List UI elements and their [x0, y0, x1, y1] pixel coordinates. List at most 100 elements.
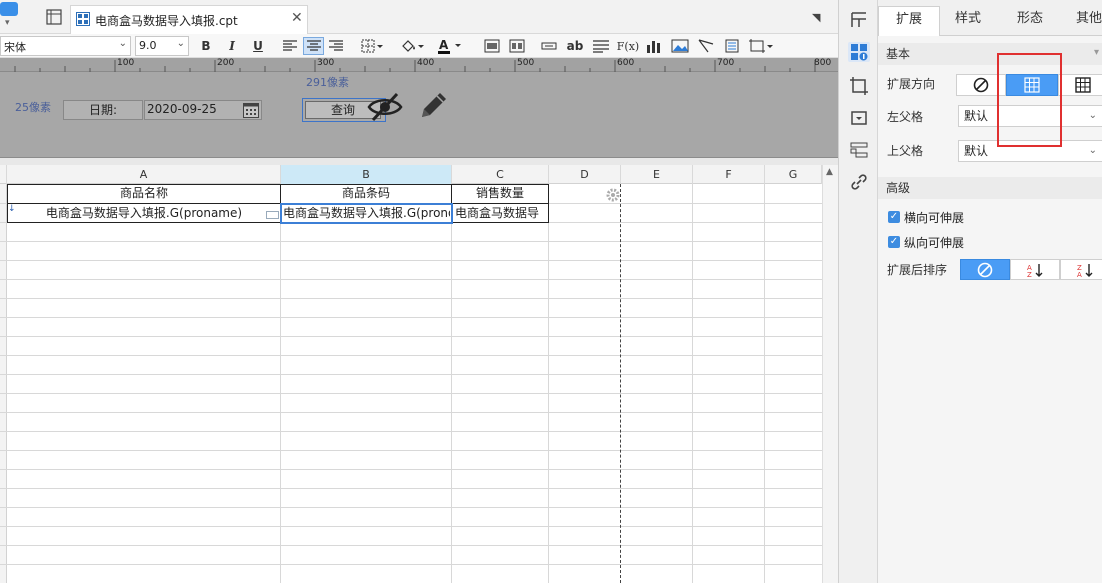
column-header-a[interactable]: A	[7, 165, 281, 184]
parameter-panel[interactable]: 291像素 25像素 日期: 2020-09-25 查询	[0, 72, 838, 158]
chevron-down-icon: ⌄	[1088, 110, 1097, 121]
condition-attribute-icon[interactable]	[848, 140, 870, 160]
font-size-value: 9.0	[139, 39, 157, 52]
tab-menu-icon[interactable]: ◥	[812, 11, 820, 24]
text-field-icon[interactable]	[540, 37, 558, 55]
tab-bar: ▾ 电商盒马数据导入填报.cpt ✕ ◥	[0, 0, 838, 34]
ruler-tick-label: 400	[417, 58, 435, 68]
cell-attribute-icon[interactable]	[848, 42, 870, 62]
font-color-icon[interactable]: A	[436, 37, 464, 55]
ruler-tick-label: 600	[617, 58, 635, 68]
file-tab-title: 电商盒马数据导入填报.cpt	[95, 14, 238, 28]
frame-icon[interactable]	[748, 37, 774, 55]
vertical-extend-label: 纵向可伸展	[904, 236, 965, 250]
svg-text:Z: Z	[1027, 271, 1032, 278]
sort-ascending-button[interactable]: AZ	[1010, 259, 1060, 280]
data-cell-barcode[interactable]: 电商盒马数据导入填报.G(prono	[283, 204, 450, 223]
italic-button[interactable]: I	[223, 37, 241, 55]
top-parent-label: 上父格	[887, 144, 924, 158]
vertical-extend-checkbox[interactable]: ✓	[888, 236, 900, 248]
ruler-tick-label: 100	[117, 58, 135, 68]
horizontal-ruler: 100 200 300 400 500 600 700 800	[0, 58, 838, 72]
date-picker[interactable]: 2020-09-25	[144, 100, 262, 120]
sort-descending-button[interactable]: ZA	[1060, 259, 1102, 280]
hyperlink-icon[interactable]	[848, 172, 870, 192]
left-parent-value: 默认	[964, 109, 989, 123]
fill-color-icon[interactable]	[398, 37, 426, 55]
property-icon-strip	[838, 0, 878, 583]
column-header-d[interactable]: D	[549, 165, 621, 184]
column-header-bar: A B C D E F G	[0, 165, 838, 184]
text-tool-button[interactable]: ab	[565, 37, 585, 55]
expand-horizontal-button[interactable]	[1058, 74, 1102, 96]
svg-text:A: A	[1077, 271, 1082, 278]
chart-icon[interactable]	[645, 37, 663, 55]
width-hint: 291像素	[306, 76, 349, 89]
align-right-icon[interactable]	[327, 37, 345, 55]
chevron-down-icon: ⌄	[176, 38, 185, 49]
collapse-icon[interactable]: ▾	[1094, 47, 1099, 58]
ruler-tick-label: 300	[317, 58, 335, 68]
report-file-icon	[76, 12, 90, 26]
chevron-down-icon[interactable]: ▾	[5, 18, 10, 28]
align-left-icon[interactable]	[281, 37, 299, 55]
visibility-off-icon[interactable]	[367, 92, 403, 122]
scroll-up-icon[interactable]: ▲	[826, 167, 833, 177]
close-icon[interactable]: ✕	[291, 10, 303, 26]
calendar-icon[interactable]	[243, 102, 259, 118]
image-icon[interactable]	[670, 37, 690, 55]
sort-none-button[interactable]	[960, 259, 1010, 280]
data-cell-sales-qty[interactable]: 电商盒马数据导	[455, 204, 547, 223]
column-header-e[interactable]: E	[621, 165, 693, 184]
no-symbol-icon	[973, 77, 989, 93]
grid-view-icon[interactable]	[46, 9, 62, 25]
header-cell-product-name[interactable]: 商品名称	[8, 184, 280, 203]
align-center-icon[interactable]	[303, 37, 324, 55]
border-icon[interactable]	[358, 37, 386, 55]
edit-pencil-icon[interactable]	[418, 89, 450, 121]
tab-form[interactable]: 形态	[1002, 6, 1058, 32]
settings-gear-icon[interactable]	[606, 188, 620, 202]
formula-button[interactable]: F(x)	[617, 37, 639, 55]
font-size-select[interactable]: 9.0 ⌄	[135, 36, 189, 56]
header-cell-barcode[interactable]: 商品条码	[281, 184, 451, 203]
column-header-g[interactable]: G	[765, 165, 822, 184]
widget-frame-icon[interactable]	[848, 76, 870, 96]
panel-splitter[interactable]	[0, 158, 838, 165]
column-header-b[interactable]: B	[281, 165, 452, 184]
font-family-select[interactable]: 宋体 ⌄	[0, 36, 131, 56]
merge-cells-icon[interactable]	[483, 37, 501, 55]
cell-tag-icon	[266, 211, 279, 219]
vertical-scrollbar[interactable]: ▲	[822, 165, 838, 583]
widget-settings-icon[interactable]	[848, 108, 870, 128]
format-toolbar: 宋体 ⌄ 9.0 ⌄ B I U A ab F(x)	[0, 34, 838, 58]
rich-text-icon[interactable]	[592, 37, 610, 55]
data-cell-product-name[interactable]: 电商盒马数据导入填报.G(proname)	[8, 204, 280, 223]
left-parent-label: 左父格	[887, 110, 924, 124]
slash-line-icon[interactable]	[697, 37, 715, 55]
advanced-section-header[interactable]: 高级	[878, 177, 1102, 199]
column-header-c[interactable]: C	[452, 165, 549, 184]
underline-button[interactable]: U	[249, 37, 267, 55]
font-family-value: 宋体	[4, 41, 26, 54]
corner-cell[interactable]	[0, 165, 7, 184]
file-tab[interactable]: 电商盒马数据导入填报.cpt ✕	[70, 5, 308, 34]
horizontal-extend-checkbox[interactable]: ✓	[888, 211, 900, 223]
horizontal-extend-label: 横向可伸展	[904, 211, 965, 225]
sort-descending-icon: ZA	[1077, 263, 1093, 278]
tab-expand[interactable]: 扩展	[878, 6, 940, 36]
tab-other[interactable]: 其他	[1064, 6, 1102, 32]
sub-report-icon[interactable]	[723, 37, 741, 55]
date-value: 2020-09-25	[147, 102, 217, 116]
bold-button[interactable]: B	[197, 37, 215, 55]
tab-style[interactable]: 样式	[940, 6, 996, 32]
split-cells-icon[interactable]	[508, 37, 526, 55]
cell-element-icon[interactable]	[848, 10, 870, 30]
spreadsheet-grid[interactable]: 商品名称 商品条码 销售数量 ↓ 电商盒马数据导入填报.G(proname) 电…	[0, 184, 822, 583]
header-cell-sales-qty[interactable]: 销售数量	[452, 184, 548, 203]
height-hint: 25像素	[15, 101, 51, 114]
basic-section-header[interactable]: 基本	[878, 43, 1102, 65]
column-header-f[interactable]: F	[693, 165, 765, 184]
date-label: 日期:	[63, 100, 143, 120]
annotation-highlight-box	[997, 53, 1062, 147]
